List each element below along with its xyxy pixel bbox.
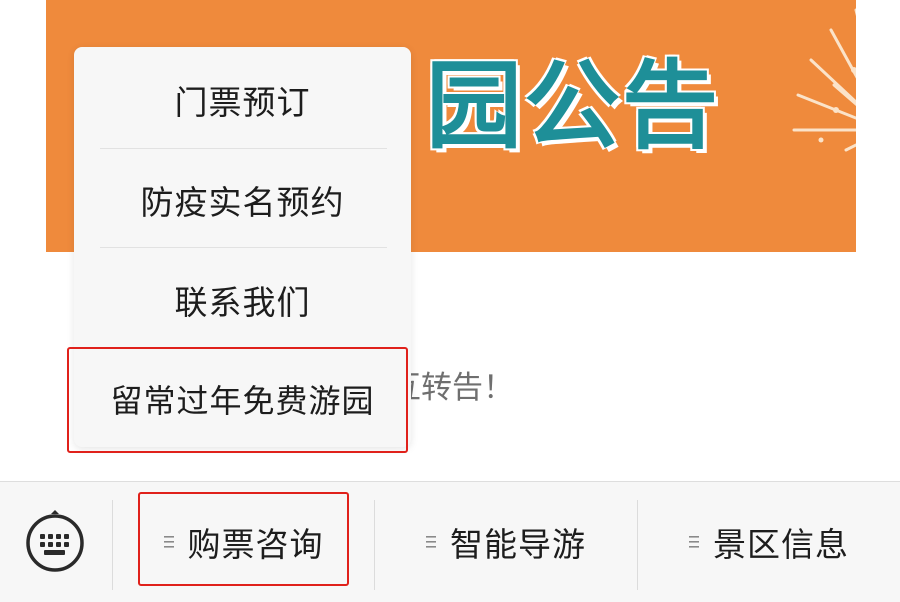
keyboard-icon[interactable]: [22, 510, 88, 576]
menu-item-label: 联系我们: [174, 282, 311, 322]
menu-item-label: 门票预订: [174, 82, 311, 122]
bottom-menu-label: 智能导游: [450, 525, 586, 564]
menu-lines-icon: [426, 536, 436, 548]
menu-item-contact-us[interactable]: 联系我们: [74, 250, 411, 349]
menu-item-label: 留常过年免费游园: [110, 381, 375, 420]
bottom-menu-ticket-consult[interactable]: 购票咨询: [113, 482, 374, 602]
bottom-menu-bar: 购票咨询 智能导游 景区信息: [0, 481, 900, 602]
menu-lines-icon: [163, 536, 174, 548]
divider: [100, 347, 387, 348]
bottom-menu-label: 购票咨询: [187, 525, 324, 564]
bottom-menu-label: 景区信息: [713, 525, 849, 564]
menu-item-free-visit-new-year[interactable]: 留常过年免费游园: [74, 349, 411, 448]
menu-item-label: 防疫实名预约: [140, 182, 345, 222]
menu-item-ticket-booking[interactable]: 门票预订: [74, 50, 411, 149]
menu-item-epidemic-reservation[interactable]: 防疫实名预约: [74, 150, 411, 249]
banner-title: 园公告: [426, 50, 720, 162]
bottom-menu-smart-guide[interactable]: 智能导游: [375, 482, 637, 602]
firework-decoration-icon: [792, 8, 856, 152]
divider: [100, 148, 387, 149]
submenu-popup: 门票预订 防疫实名预约 联系我们 留常过年免费游园: [74, 47, 411, 447]
bottom-menu-scenic-info[interactable]: 景区信息: [638, 482, 900, 602]
menu-lines-icon: [689, 536, 699, 548]
divider: [100, 247, 387, 248]
